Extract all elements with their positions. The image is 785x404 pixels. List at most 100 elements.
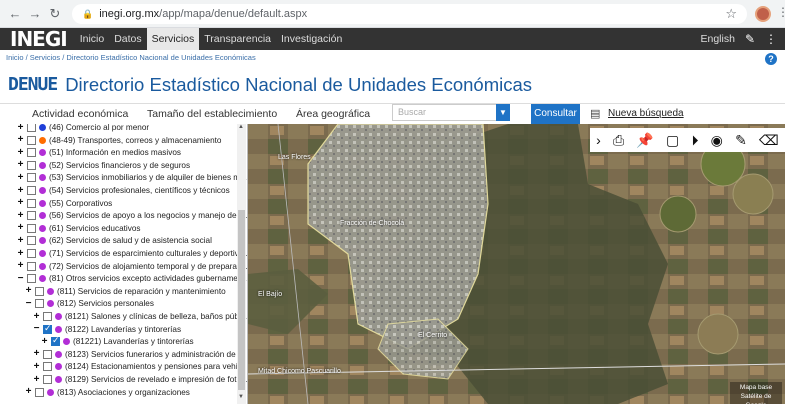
- edit-icon[interactable]: ✎: [745, 32, 755, 46]
- tab-actividad[interactable]: Actividad económica: [32, 108, 128, 120]
- rectangle-select-icon[interactable]: ▢: [666, 132, 679, 149]
- back-icon[interactable]: ←: [6, 6, 24, 21]
- tree-item[interactable]: + (72) Servicios de alojamiento temporal …: [16, 260, 247, 273]
- tree-item[interactable]: + (51) Información en medios masivos: [16, 146, 181, 159]
- tree-checkbox[interactable]: [27, 211, 36, 221]
- tree-checkbox[interactable]: [35, 286, 44, 296]
- tree-checkbox[interactable]: [27, 160, 36, 170]
- expand-icon[interactable]: +: [16, 198, 25, 208]
- tree-checkbox[interactable]: [27, 223, 36, 233]
- tree-checkbox[interactable]: [27, 198, 36, 208]
- list-icon[interactable]: ▤: [590, 107, 600, 120]
- tree-checkbox[interactable]: [27, 236, 36, 246]
- tab-area[interactable]: Área geográfica: [296, 108, 370, 120]
- forward-icon[interactable]: →: [26, 6, 44, 21]
- nav-servicios[interactable]: Servicios: [146, 28, 200, 50]
- breadcrumb[interactable]: Inicio / Servicios / Directorio Estadíst…: [0, 50, 785, 66]
- tree-checkbox[interactable]: [27, 135, 36, 145]
- reload-icon[interactable]: ↻: [46, 6, 64, 22]
- tree-checkbox[interactable]: [43, 323, 52, 334]
- tree-item[interactable]: + (8121) Salones y clínicas de belleza, b…: [32, 310, 247, 323]
- tree-checkbox[interactable]: [27, 148, 36, 158]
- expand-icon[interactable]: +: [16, 172, 25, 183]
- tree-item[interactable]: + (46) Comercio al por menor: [16, 124, 149, 134]
- expand-icon[interactable]: +: [16, 248, 25, 259]
- expand-icon[interactable]: +: [24, 387, 33, 397]
- consultar-button[interactable]: Consultar: [531, 104, 580, 124]
- tree-checkbox[interactable]: [43, 362, 52, 372]
- expand-icon[interactable]: +: [16, 210, 25, 221]
- satellite-map[interactable]: [248, 124, 785, 404]
- tree-item[interactable]: − (8122) Lavanderías y tintorerías: [32, 323, 181, 336]
- help-icon[interactable]: ?: [765, 53, 777, 65]
- tree-item[interactable]: + (8129) Servicios de revelado e impresió…: [32, 373, 247, 386]
- collapse-icon[interactable]: −: [32, 324, 41, 334]
- tree-item[interactable]: + (62) Servicios de salud y de asistencia…: [16, 234, 212, 247]
- chevron-right-icon[interactable]: ›: [596, 132, 601, 148]
- bookmark-star-icon[interactable]: ☆: [725, 6, 737, 22]
- tree-item[interactable]: + (52) Servicios financieros y de seguros: [16, 159, 190, 172]
- eraser-icon[interactable]: ⌫: [759, 132, 779, 149]
- collapse-icon[interactable]: −: [16, 273, 25, 284]
- tree-item[interactable]: + (813) Asociaciones y organizaciones: [24, 386, 190, 399]
- expand-icon[interactable]: +: [24, 286, 33, 296]
- expand-icon[interactable]: +: [16, 223, 25, 233]
- tree-checkbox[interactable]: [27, 274, 36, 284]
- tree-item[interactable]: + (811) Servicios de reparación y manteni…: [24, 285, 226, 298]
- tree-item[interactable]: + (81221) Lavanderías y tintorerías: [40, 335, 194, 348]
- tab-tamano[interactable]: Tamaño del establecimiento: [147, 108, 277, 120]
- tree-checkbox[interactable]: [27, 186, 36, 195]
- address-bar[interactable]: 🔒 inegi.org.mx/app/mapa/denue/default.as…: [72, 4, 747, 24]
- scroll-down-icon[interactable]: ▼: [238, 394, 244, 400]
- expand-icon[interactable]: +: [40, 336, 49, 347]
- more-icon[interactable]: ⋮: [765, 32, 777, 46]
- radius-select-icon[interactable]: ◉: [711, 132, 723, 149]
- tree-item[interactable]: + (8123) Servicios funerarios y administr…: [32, 348, 247, 361]
- tree-item[interactable]: + (71) Servicios de esparcimiento cultura…: [16, 247, 247, 260]
- expand-icon[interactable]: +: [16, 135, 25, 145]
- scroll-up-icon[interactable]: ▲: [238, 124, 244, 130]
- pin-icon[interactable]: 📌: [636, 132, 653, 149]
- expand-icon[interactable]: +: [16, 235, 25, 246]
- scroll-thumb[interactable]: [238, 210, 245, 390]
- expand-icon[interactable]: +: [32, 349, 41, 359]
- tree-checkbox[interactable]: [27, 124, 36, 132]
- tree-checkbox[interactable]: [43, 375, 52, 384]
- expand-icon[interactable]: +: [16, 124, 25, 133]
- tree-checkbox[interactable]: [43, 312, 52, 321]
- expand-icon[interactable]: +: [32, 374, 41, 385]
- tree-checkbox[interactable]: [35, 299, 44, 309]
- tree-item[interactable]: + (8124) Estacionamientos y pensiones par…: [32, 360, 247, 373]
- nav-inicio[interactable]: Inicio: [75, 28, 110, 50]
- tree-item[interactable]: + (48-49) Transportes, correos y almacena…: [16, 134, 221, 147]
- tree-item[interactable]: + (53) Servicios inmobiliarios y de alqui…: [16, 171, 247, 184]
- tree-item[interactable]: − (81) Otros servicios excepto actividade…: [16, 272, 247, 285]
- tree-checkbox[interactable]: [51, 335, 60, 347]
- expand-icon[interactable]: +: [32, 311, 41, 322]
- tree-checkbox[interactable]: [27, 261, 36, 271]
- tree-checkbox[interactable]: [27, 249, 36, 258]
- tree-item[interactable]: + (55) Corporativos: [16, 197, 112, 210]
- nueva-busqueda-link[interactable]: Nueva búsqueda: [608, 108, 684, 119]
- collapse-icon[interactable]: −: [24, 298, 33, 309]
- nav-transparencia[interactable]: Transparencia: [199, 28, 276, 50]
- browser-menu-icon[interactable]: ⋮: [777, 5, 785, 19]
- print-icon[interactable]: ⎙: [613, 132, 624, 149]
- map-view[interactable]: Las Flores Fracción de Chocolá El Bajío …: [248, 124, 785, 404]
- expand-icon[interactable]: +: [16, 147, 25, 158]
- tree-item[interactable]: + (56) Servicios de apoyo a los negocios …: [16, 209, 247, 222]
- nav-investigacion[interactable]: Investigación: [276, 28, 347, 50]
- language-link[interactable]: English: [700, 33, 734, 45]
- expand-icon[interactable]: +: [16, 185, 25, 196]
- nav-datos[interactable]: Datos: [109, 28, 146, 50]
- tree-item[interactable]: + (61) Servicios educativos: [16, 222, 140, 235]
- measure-icon[interactable]: ✎: [735, 132, 747, 149]
- tree-scrollbar[interactable]: ▲ ▼: [237, 124, 246, 404]
- search-input[interactable]: Buscar: [392, 104, 510, 121]
- tree-item[interactable]: − (812) Servicios personales: [24, 297, 154, 310]
- expand-icon[interactable]: +: [16, 160, 25, 170]
- tree-checkbox[interactable]: [27, 173, 36, 183]
- expand-icon[interactable]: +: [32, 361, 41, 372]
- expand-icon[interactable]: +: [16, 261, 25, 271]
- tree-checkbox[interactable]: [35, 387, 44, 397]
